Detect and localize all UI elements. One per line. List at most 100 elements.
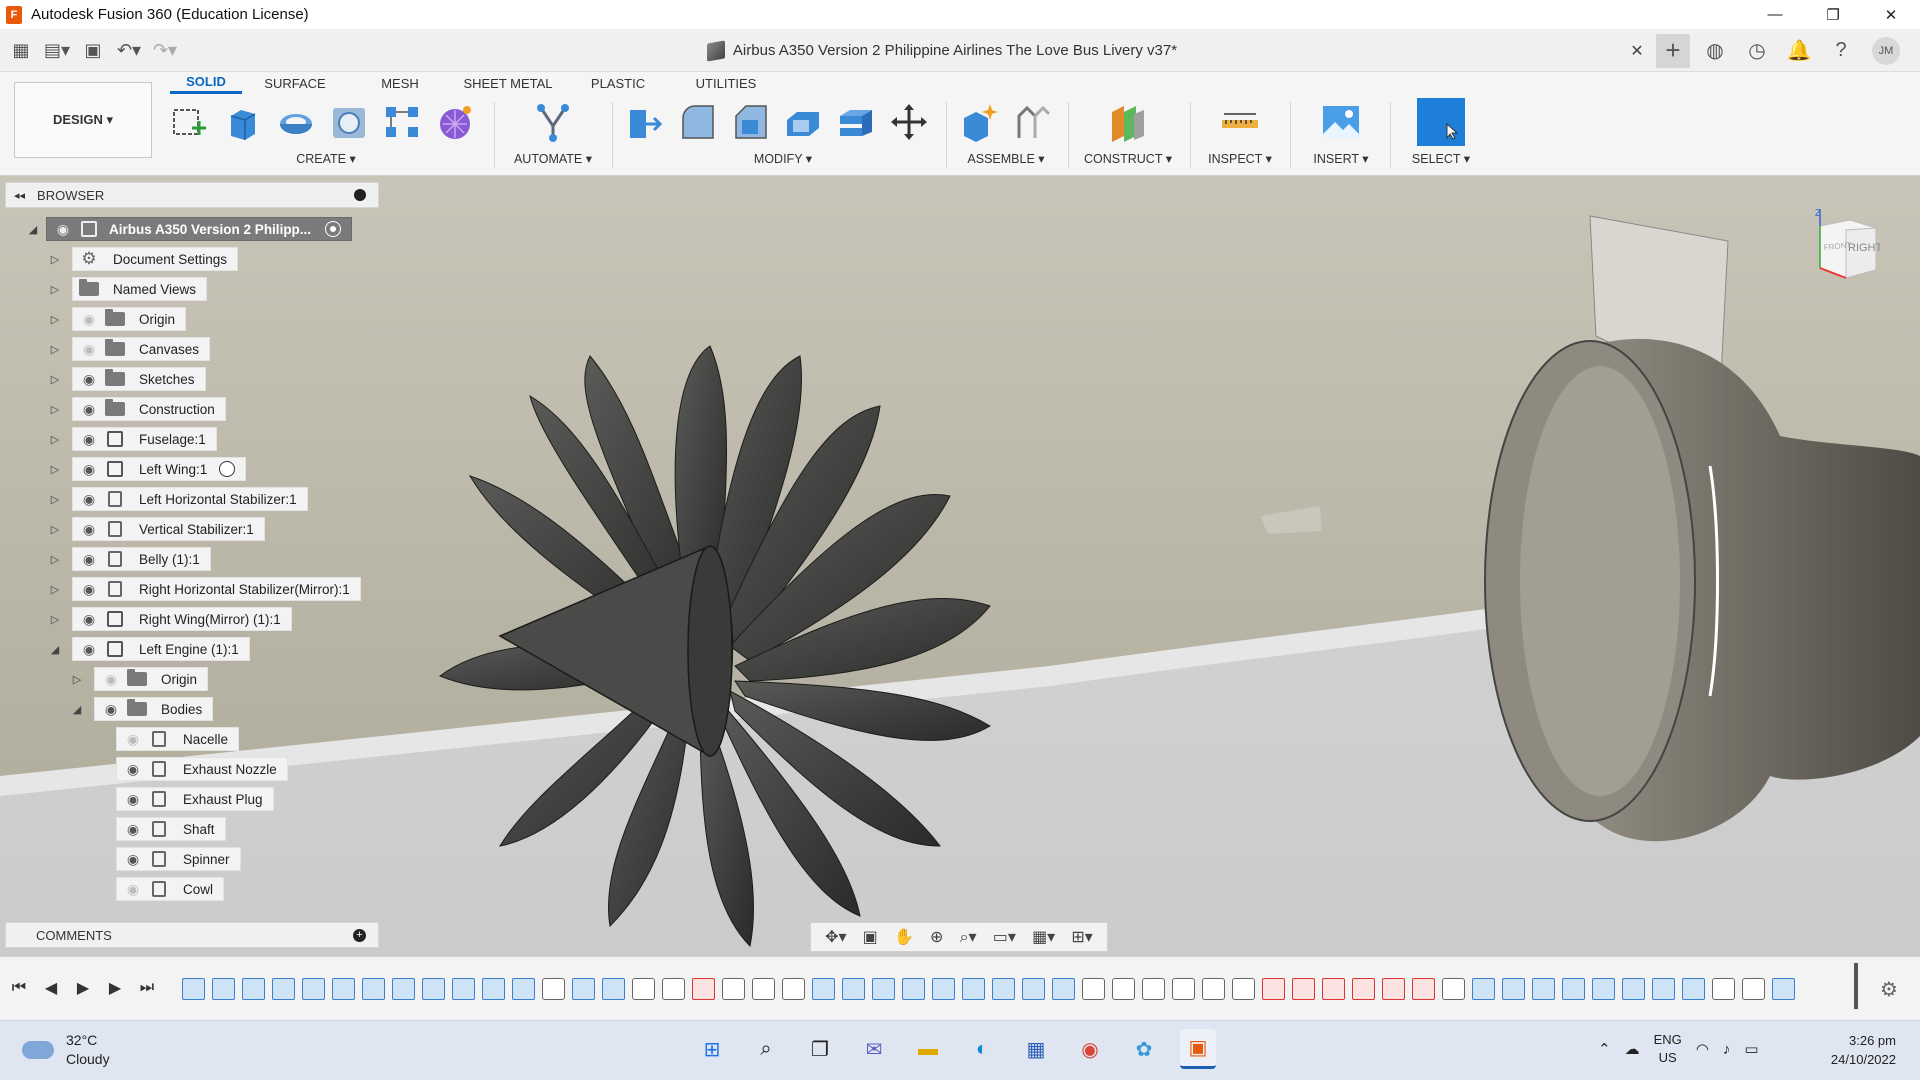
tree-item-named-views[interactable]: ▷ Named Views [48, 277, 208, 301]
tree-body-nacelle[interactable]: ◉ Nacelle [116, 727, 240, 751]
timeline-feature[interactable] [392, 978, 415, 1000]
timeline-feature[interactable] [1352, 978, 1375, 1000]
tree-root[interactable]: ◢ ◉ Airbus A350 Version 2 Philipp... [26, 217, 353, 241]
browser-minimize-icon[interactable] [354, 189, 366, 201]
fusion-360-taskbar-icon[interactable]: ▣ [1180, 1029, 1216, 1069]
timeline-feature[interactable] [1082, 978, 1105, 1000]
expand-arrow-icon[interactable]: ▷ [48, 582, 62, 596]
construct-menu[interactable]: CONSTRUCT ▾ [1078, 151, 1178, 166]
timeline-feature[interactable] [1652, 978, 1675, 1000]
extrude-icon[interactable] [221, 100, 265, 144]
timeline-marker[interactable] [1854, 963, 1858, 1009]
tree-body-cowl[interactable]: ◉ Cowl [116, 877, 225, 901]
document-tab[interactable]: Airbus A350 Version 2 Philippine Airline… [242, 29, 1642, 72]
timeline-feature[interactable] [1292, 978, 1315, 1000]
visibility-eye-icon[interactable]: ◉ [123, 821, 143, 837]
visibility-eye-off-icon[interactable]: ◉ [79, 311, 99, 327]
show-hidden-icons-icon[interactable]: ⌃ [1598, 1040, 1611, 1058]
zoom-icon[interactable]: ⊕ [930, 927, 943, 947]
visibility-eye-icon[interactable]: ◉ [53, 221, 73, 237]
timeline-feature[interactable] [1562, 978, 1585, 1000]
microsoft-store-icon[interactable]: ▦ [1018, 1029, 1054, 1069]
tree-body-shaft[interactable]: ◉ Shaft [116, 817, 226, 841]
engine-model-render[interactable] [0, 176, 1920, 956]
timeline-feature[interactable] [1052, 978, 1075, 1000]
expand-arrow-icon[interactable]: ▷ [48, 432, 62, 446]
timeline-feature[interactable] [1322, 978, 1345, 1000]
timeline-feature[interactable] [1442, 978, 1465, 1000]
timeline-feature[interactable] [932, 978, 955, 1000]
minimize-button[interactable]: — [1746, 0, 1804, 29]
shell-icon[interactable] [781, 100, 825, 144]
close-button[interactable]: ✕ [1862, 0, 1920, 29]
expand-arrow-icon[interactable]: ▷ [48, 252, 62, 266]
go-to-end-icon[interactable]: ⏭ [138, 977, 156, 999]
grid-settings-icon[interactable]: ▦▾ [1032, 927, 1055, 947]
canvas-viewport[interactable] [0, 176, 1920, 956]
tab-plastic[interactable]: PLASTIC [564, 72, 672, 94]
pattern-icon[interactable] [380, 100, 424, 144]
visibility-eye-icon[interactable]: ◉ [101, 701, 121, 717]
redo-icon[interactable]: ↷▾ [152, 38, 178, 64]
tree-item-canvases[interactable]: ▷ ◉ Canvases [48, 337, 211, 361]
help-icon[interactable]: ? [1824, 34, 1858, 68]
visibility-eye-icon[interactable]: ◉ [79, 371, 99, 387]
automate-icon[interactable] [531, 100, 575, 144]
timeline-feature[interactable] [902, 978, 925, 1000]
chrome-icon[interactable]: ◉ [1072, 1029, 1108, 1069]
pan-icon[interactable]: ✋ [894, 927, 914, 947]
tab-solid[interactable]: SOLID [170, 72, 242, 94]
expand-arrow-icon[interactable]: ▷ [48, 492, 62, 506]
tree-item-sketches[interactable]: ▷ ◉ Sketches [48, 367, 206, 391]
tree-item-right-horizontal-stabilizer[interactable]: ▷ ◉ Right Horizontal Stabilizer(Mirror):1 [48, 577, 361, 601]
insert-menu[interactable]: INSERT ▾ [1298, 151, 1384, 166]
onedrive-icon[interactable]: ☁ [1625, 1040, 1640, 1058]
timeline-feature[interactable] [872, 978, 895, 1000]
workspace-switcher[interactable]: DESIGN ▾ [14, 82, 152, 158]
save-icon[interactable]: ▣ [80, 38, 106, 64]
timeline-feature[interactable] [1502, 978, 1525, 1000]
select-tool-icon[interactable] [1417, 98, 1465, 146]
chamfer-icon[interactable] [728, 100, 772, 144]
add-comment-icon[interactable]: + [353, 929, 366, 942]
timeline-feature[interactable] [1382, 978, 1405, 1000]
select-menu[interactable]: SELECT ▾ [1396, 151, 1486, 166]
timeline-feature[interactable] [1262, 978, 1285, 1000]
tree-item-engine-origin[interactable]: ▷ ◉ Origin [70, 667, 209, 691]
timeline-feature[interactable] [272, 978, 295, 1000]
revolve-icon[interactable] [274, 100, 318, 144]
search-icon[interactable]: ⌕ [748, 1029, 784, 1069]
timeline-feature[interactable] [602, 978, 625, 1000]
volume-icon[interactable]: ♪ [1723, 1041, 1731, 1058]
expand-arrow-icon[interactable]: ▷ [48, 522, 62, 536]
timeline-settings-icon[interactable]: ⚙ [1880, 977, 1898, 1002]
visibility-eye-icon[interactable]: ◉ [123, 761, 143, 777]
timeline-feature[interactable] [542, 978, 565, 1000]
weather-widget[interactable]: 32°C Cloudy [22, 1031, 110, 1069]
tree-body-exhaust-plug[interactable]: ◉ Exhaust Plug [116, 787, 274, 811]
expand-arrow-icon[interactable]: ▷ [48, 282, 62, 296]
visibility-eye-icon[interactable]: ◉ [79, 641, 99, 657]
new-tab-button[interactable]: + [1656, 33, 1690, 68]
windows-start-icon[interactable]: ⊞ [694, 1029, 730, 1069]
visibility-eye-off-icon[interactable]: ◉ [101, 671, 121, 687]
timeline-feature[interactable] [1172, 978, 1195, 1000]
timeline-feature[interactable] [1022, 978, 1045, 1000]
tree-item-left-engine[interactable]: ◢ ◉ Left Engine (1):1 [48, 637, 250, 661]
view-cube[interactable]: RIGHT FRONT Z [1810, 206, 1883, 286]
undo-icon[interactable]: ↶▾ [116, 38, 142, 64]
timeline-feature[interactable] [1712, 978, 1735, 1000]
file-menu-icon[interactable]: ▤▾ [44, 38, 70, 64]
timeline-feature[interactable] [212, 978, 235, 1000]
tree-item-fuselage[interactable]: ▷ ◉ Fuselage:1 [48, 427, 217, 451]
wifi-icon[interactable]: ◠ [1696, 1040, 1709, 1058]
timeline-feature[interactable] [1772, 978, 1795, 1000]
visibility-eye-icon[interactable]: ◉ [79, 581, 99, 597]
timeline-feature[interactable] [632, 978, 655, 1000]
timeline-feature[interactable] [482, 978, 505, 1000]
language-indicator[interactable]: ENG US [1654, 1031, 1682, 1067]
display-settings-icon[interactable]: ▭▾ [993, 927, 1016, 947]
notifications-icon[interactable]: 🔔 [1782, 34, 1816, 68]
maximize-button[interactable]: ❐ [1804, 0, 1862, 29]
apps-grid-icon[interactable]: ▦ [8, 38, 34, 64]
